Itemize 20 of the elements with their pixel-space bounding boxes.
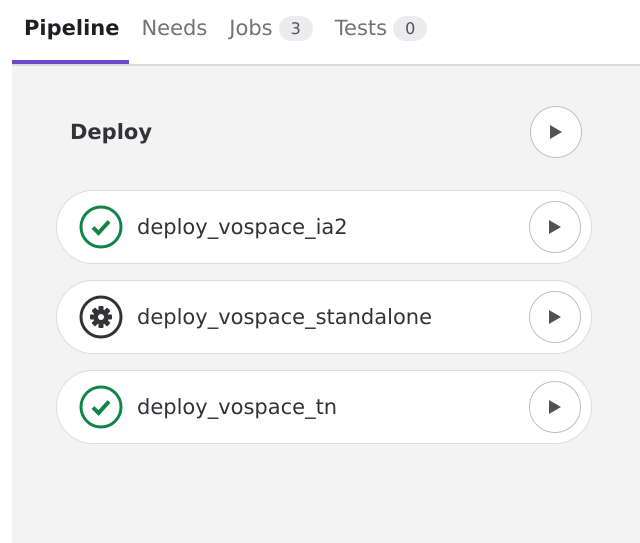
tab[interactable]: Jobs 3 (217, 0, 323, 64)
count-badge: 0 (393, 16, 428, 40)
job-name: deploy_vospace_standalone (137, 305, 434, 329)
play-icon (548, 309, 562, 325)
stage-title: Deploy (70, 120, 152, 144)
play-button[interactable] (530, 106, 582, 158)
play-icon (549, 124, 563, 140)
play-button[interactable] (529, 381, 581, 433)
job-item[interactable]: deploy_vospace_ia2 (56, 190, 592, 264)
play-icon (548, 399, 562, 415)
play-button[interactable] (529, 291, 581, 343)
job-name: deploy_vospace_ia2 (137, 215, 349, 239)
tab[interactable]: Needs (129, 0, 218, 64)
job-name: deploy_vospace_tn (137, 395, 338, 419)
job-item[interactable]: deploy_vospace_tn (56, 370, 592, 444)
count-badge: 3 (278, 16, 313, 40)
play-icon (548, 219, 562, 235)
tab[interactable]: Tests 0 (322, 0, 438, 64)
play-button[interactable] (529, 201, 581, 253)
job-item[interactable]: deploy_vospace_standalone (56, 280, 592, 354)
